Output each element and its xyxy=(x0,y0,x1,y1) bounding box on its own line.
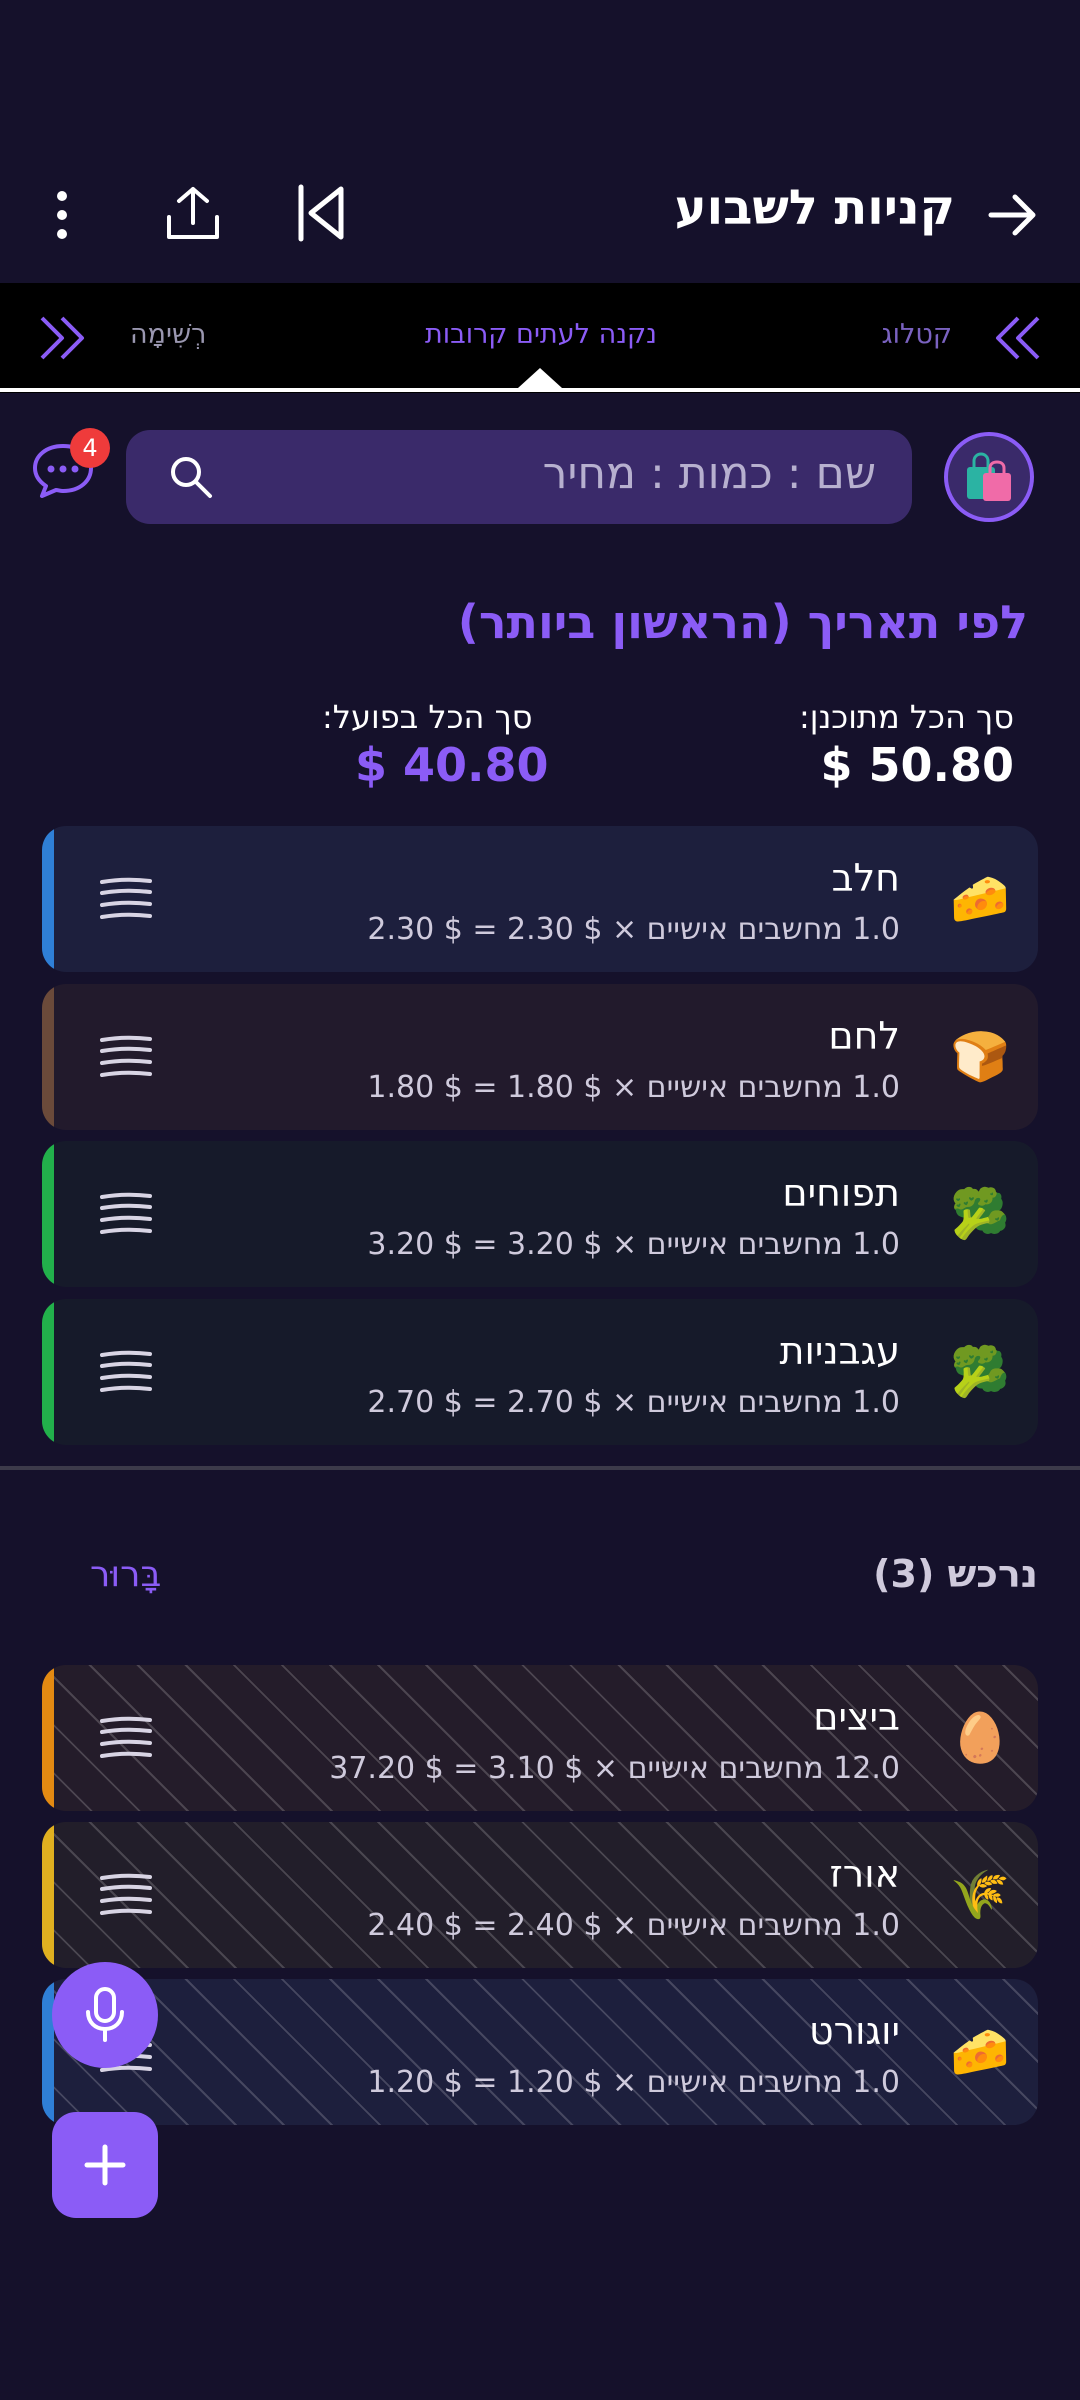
list-item-card[interactable]: 🥦 עגבניות 1.0 מחשבים אישיים × $ 2.70 = $ 2… xyxy=(42,1299,1038,1445)
category-stripe xyxy=(42,1822,54,1968)
app-bar: קניות לשבוע xyxy=(0,150,1080,280)
chat-button[interactable]: 4 xyxy=(30,428,110,510)
purchased-title: נרכש (3) xyxy=(873,1552,1038,1596)
item-name: חלב xyxy=(831,856,900,900)
tab-list[interactable]: רְשִׁימָה xyxy=(130,319,206,350)
chat-badge: 4 xyxy=(70,428,110,468)
drag-handle-icon[interactable] xyxy=(98,1872,154,1918)
drag-handle-icon[interactable] xyxy=(98,876,154,922)
search-placeholder: שם : כמות : מחיר xyxy=(542,448,876,499)
category-stripe xyxy=(42,1141,54,1287)
purchased-item-card[interactable]: 🌾 אורז 1.0 מחשבים אישיים × $ 2.40 = $ 2.40 xyxy=(42,1822,1038,1968)
rice-icon: 🌾 xyxy=(950,1867,1010,1923)
back-arrow-icon[interactable] xyxy=(982,185,1042,245)
cheese-icon: 🧀 xyxy=(950,2024,1010,2080)
actual-total-label: סך הכל בפועל: xyxy=(322,698,533,736)
list-item-card[interactable]: 🥦 תפוחים 1.0 מחשבים אישיים × $ 3.20 = $ 3.… xyxy=(42,1141,1038,1287)
chevrons-left-icon[interactable] xyxy=(988,311,1044,365)
item-name: תפוחים xyxy=(782,1171,900,1215)
sort-title: לפי תאריך (הראשון ביותר) xyxy=(457,595,1028,649)
tab-bar: רְשִׁימָה נקנה לעתים קרובות קטלוג xyxy=(0,283,1080,393)
chevrons-right-icon[interactable] xyxy=(36,311,92,365)
item-name: לחם xyxy=(828,1014,900,1058)
item-detail: 1.0 מחשבים אישיים × $ 1.80 = $ 1.80 xyxy=(367,1070,900,1105)
bread-icon: 🍞 xyxy=(950,1029,1010,1085)
item-detail: 1.0 מחשבים אישיים × $ 1.20 = $ 1.20 xyxy=(367,2065,900,2100)
skip-back-icon[interactable] xyxy=(288,180,354,246)
page-title: קניות לשבוע xyxy=(674,180,955,236)
broccoli-icon: 🥦 xyxy=(950,1186,1010,1242)
more-vertical-icon[interactable] xyxy=(40,182,84,248)
list-item-card[interactable]: 🧀 חלב 1.0 מחשבים אישיים × $ 2.30 = $ 2.30 xyxy=(42,826,1038,972)
category-stripe xyxy=(42,984,54,1130)
item-detail: 1.0 מחשבים אישיים × $ 2.70 = $ 2.70 xyxy=(367,1385,900,1420)
tab-frequently-bought[interactable]: נקנה לעתים קרובות xyxy=(425,319,657,350)
cheese-icon: 🧀 xyxy=(950,871,1010,927)
voice-input-button[interactable] xyxy=(52,1962,158,2068)
list-item-card[interactable]: 🍞 לחם 1.0 מחשבים אישיים × $ 1.80 = $ 1.80 xyxy=(42,984,1038,1130)
purchased-item-card[interactable]: 🥚 ביצים 12.0 מחשבים אישיים × $ 3.10 = $ 37… xyxy=(42,1665,1038,1811)
item-detail: 1.0 מחשבים אישיים × $ 3.20 = $ 3.20 xyxy=(367,1227,900,1262)
tab-underline xyxy=(0,388,1080,392)
microphone-icon xyxy=(86,1987,124,2042)
search-icon xyxy=(164,450,218,504)
planned-total-value: $ 50.80 xyxy=(820,738,1014,792)
drag-handle-icon[interactable] xyxy=(98,1034,154,1080)
shopping-bags-icon xyxy=(967,452,1011,501)
egg-icon: 🥚 xyxy=(950,1710,1010,1766)
avatar[interactable] xyxy=(944,432,1034,522)
planned-total-label: סך הכל מתוכנן: xyxy=(798,698,1014,736)
share-icon[interactable] xyxy=(160,180,226,246)
category-stripe xyxy=(42,1665,54,1811)
item-detail: 1.0 מחשבים אישיים × $ 2.40 = $ 2.40 xyxy=(367,1908,900,1943)
tab-catalog[interactable]: קטלוג xyxy=(882,319,953,350)
category-stripe xyxy=(42,1299,54,1445)
item-detail: 1.0 מחשבים אישיים × $ 2.30 = $ 2.30 xyxy=(367,912,900,947)
item-name: אורז xyxy=(829,1852,900,1896)
drag-handle-icon[interactable] xyxy=(98,1191,154,1237)
category-stripe xyxy=(42,826,54,972)
search-input[interactable]: שם : כמות : מחיר xyxy=(126,430,912,524)
purchased-item-card[interactable]: 🧀 יוגורט 1.0 מחשבים אישיים × $ 1.20 = $ 1.… xyxy=(42,1979,1038,2125)
add-item-button[interactable] xyxy=(52,2112,158,2218)
clear-button[interactable]: בָּרוּר xyxy=(90,1554,161,1595)
item-name: עגבניות xyxy=(779,1329,900,1373)
item-detail: 12.0 מחשבים אישיים × $ 3.10 = $ 37.20 xyxy=(329,1751,900,1786)
category-stripe xyxy=(42,1979,54,2125)
item-name: ביצים xyxy=(813,1695,900,1739)
drag-handle-icon[interactable] xyxy=(98,1349,154,1395)
drag-handle-icon[interactable] xyxy=(98,1715,154,1761)
tab-indicator xyxy=(518,368,562,388)
item-name: יוגורט xyxy=(809,2009,900,2053)
actual-total-value: $ 40.80 xyxy=(355,738,549,792)
broccoli-icon: 🥦 xyxy=(950,1344,1010,1400)
plus-icon xyxy=(84,2144,126,2186)
section-divider xyxy=(0,1466,1080,1470)
